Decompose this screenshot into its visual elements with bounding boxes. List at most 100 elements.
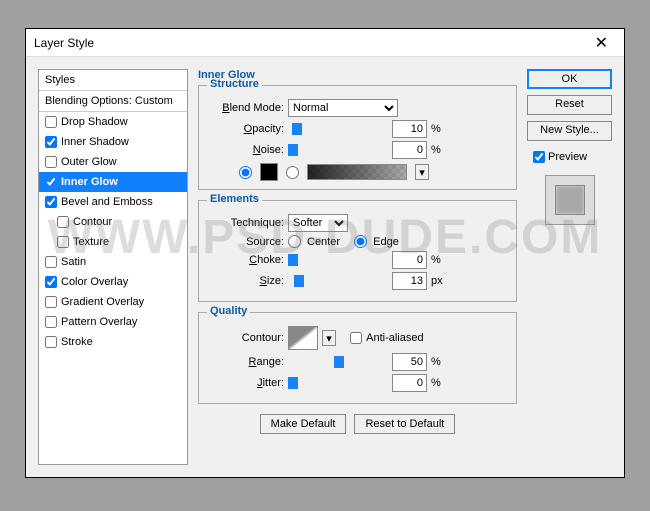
style-label: Drop Shadow <box>61 116 128 128</box>
style-check[interactable] <box>57 236 69 248</box>
style-label: Inner Glow <box>61 176 118 188</box>
quality-group: Quality Contour: ▾ Anti-aliased Range: % <box>198 312 517 404</box>
style-item-bevel-and-emboss[interactable]: Bevel and Emboss <box>39 192 187 212</box>
size-slider[interactable] <box>288 275 388 287</box>
structure-legend: Structure <box>207 78 262 90</box>
style-item-pattern-overlay[interactable]: Pattern Overlay <box>39 312 187 332</box>
preview-inner <box>555 185 585 215</box>
choke-slider[interactable] <box>288 254 388 266</box>
size-input[interactable] <box>392 272 427 290</box>
choke-input[interactable] <box>392 251 427 269</box>
style-check[interactable] <box>45 316 57 328</box>
style-check[interactable] <box>45 136 57 148</box>
quality-legend: Quality <box>207 305 250 317</box>
color-radio[interactable] <box>239 166 252 179</box>
style-item-contour[interactable]: Contour <box>39 212 187 232</box>
style-item-texture[interactable]: Texture <box>39 232 187 252</box>
new-style-button[interactable]: New Style... <box>527 121 612 141</box>
style-item-inner-shadow[interactable]: Inner Shadow <box>39 132 187 152</box>
dialog-title: Layer Style <box>34 36 94 50</box>
antialias-check[interactable] <box>350 332 362 344</box>
noise-unit: % <box>431 144 449 156</box>
styles-header[interactable]: Styles <box>39 70 187 91</box>
jitter-unit: % <box>431 377 449 389</box>
style-list: Drop Shadow Inner Shadow Outer Glow Inner G… <box>39 112 187 352</box>
blend-mode-select[interactable]: Normal <box>288 99 398 117</box>
elements-legend: Elements <box>207 193 262 205</box>
technique-label: Technique: <box>209 217 284 229</box>
noise-slider[interactable] <box>288 144 388 156</box>
antialias-label: Anti-aliased <box>366 332 423 344</box>
jitter-input[interactable] <box>392 374 427 392</box>
contour-swatch[interactable] <box>288 326 318 350</box>
elements-group: Elements Technique: Softer Source: Cente… <box>198 200 517 302</box>
right-panel: OK Reset New Style... Preview <box>527 69 612 465</box>
style-label: Inner Shadow <box>61 136 129 148</box>
opacity-slider[interactable] <box>288 123 388 135</box>
style-item-color-overlay[interactable]: Color Overlay <box>39 272 187 292</box>
range-unit: % <box>431 356 449 368</box>
source-edge-label: Edge <box>373 236 399 248</box>
source-label: Source: <box>209 236 284 248</box>
style-check[interactable] <box>45 176 57 188</box>
blending-options[interactable]: Blending Options: Custom <box>39 91 187 112</box>
style-label: Satin <box>61 256 86 268</box>
preview-label: Preview <box>548 151 587 163</box>
style-item-inner-glow[interactable]: Inner Glow <box>39 172 187 192</box>
titlebar[interactable]: Layer Style ✕ <box>26 29 624 57</box>
structure-group: Structure Blend Mode: Normal Opacity: % … <box>198 85 517 190</box>
style-check[interactable] <box>45 196 57 208</box>
style-label: Gradient Overlay <box>61 296 144 308</box>
style-label: Stroke <box>61 336 93 348</box>
preview-box <box>545 175 595 225</box>
style-item-satin[interactable]: Satin <box>39 252 187 272</box>
style-item-outer-glow[interactable]: Outer Glow <box>39 152 187 172</box>
reset-button[interactable]: Reset <box>527 95 612 115</box>
choke-label: Choke: <box>209 254 284 266</box>
noise-input[interactable] <box>392 141 427 159</box>
gradient-swatch[interactable] <box>307 164 407 180</box>
preview-check[interactable] <box>533 151 545 163</box>
opacity-label: Opacity: <box>209 123 284 135</box>
range-label: Range: <box>209 356 284 368</box>
style-item-stroke[interactable]: Stroke <box>39 332 187 352</box>
technique-select[interactable]: Softer <box>288 214 348 232</box>
style-item-gradient-overlay[interactable]: Gradient Overlay <box>39 292 187 312</box>
layer-style-dialog: Layer Style ✕ Styles Blending Options: C… <box>25 28 625 478</box>
choke-unit: % <box>431 254 449 266</box>
jitter-slider[interactable] <box>288 377 388 389</box>
gradient-dropdown-icon[interactable]: ▾ <box>415 164 429 180</box>
noise-label: Noise: <box>209 144 284 156</box>
style-check[interactable] <box>45 296 57 308</box>
styles-panel: Styles Blending Options: Custom Drop Sha… <box>38 69 188 465</box>
reset-default-button[interactable]: Reset to Default <box>354 414 455 434</box>
ok-button[interactable]: OK <box>527 69 612 89</box>
range-input[interactable] <box>392 353 427 371</box>
opacity-input[interactable] <box>392 120 427 138</box>
blend-mode-label: Blend Mode: <box>209 102 284 114</box>
contour-label: Contour: <box>209 332 284 344</box>
source-edge-radio[interactable] <box>354 235 367 248</box>
opacity-unit: % <box>431 123 449 135</box>
color-swatch[interactable] <box>260 163 278 181</box>
style-label: Texture <box>73 236 109 248</box>
style-label: Outer Glow <box>61 156 117 168</box>
style-check[interactable] <box>45 256 57 268</box>
source-center-radio[interactable] <box>288 235 301 248</box>
close-icon[interactable]: ✕ <box>587 33 616 53</box>
size-label: Size: <box>209 275 284 287</box>
range-slider[interactable] <box>288 356 388 368</box>
style-check[interactable] <box>45 276 57 288</box>
style-label: Bevel and Emboss <box>61 196 153 208</box>
source-center-label: Center <box>307 236 340 248</box>
style-check[interactable] <box>57 216 69 228</box>
style-label: Color Overlay <box>61 276 128 288</box>
size-unit: px <box>431 275 449 287</box>
make-default-button[interactable]: Make Default <box>260 414 347 434</box>
contour-dropdown-icon[interactable]: ▾ <box>322 330 336 346</box>
style-check[interactable] <box>45 156 57 168</box>
style-check[interactable] <box>45 336 57 348</box>
style-item-drop-shadow[interactable]: Drop Shadow <box>39 112 187 132</box>
style-check[interactable] <box>45 116 57 128</box>
gradient-radio[interactable] <box>286 166 299 179</box>
